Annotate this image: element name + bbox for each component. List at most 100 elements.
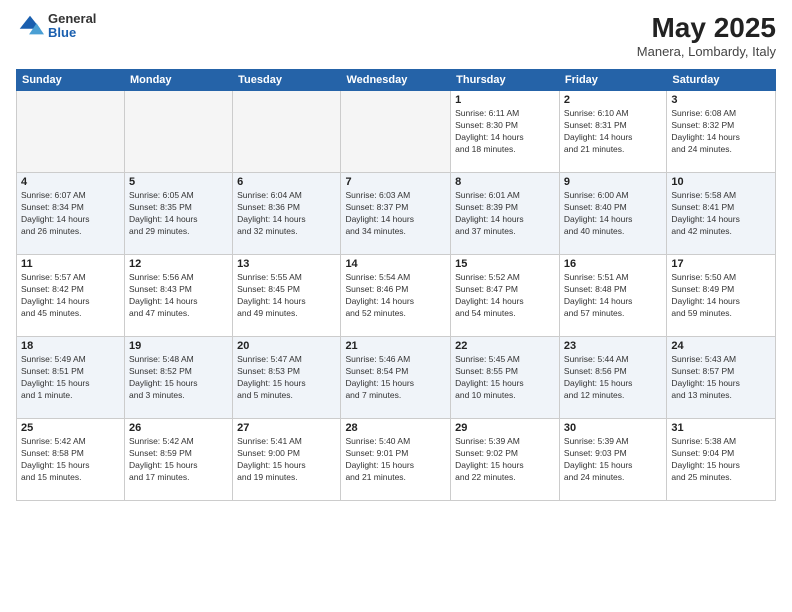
- location: Manera, Lombardy, Italy: [637, 44, 776, 59]
- table-row: 11Sunrise: 5:57 AM Sunset: 8:42 PM Dayli…: [17, 255, 125, 337]
- day-info: Sunrise: 5:56 AM Sunset: 8:43 PM Dayligh…: [129, 272, 228, 320]
- table-row: 6 Sunrise: 6:04 AM Sunset: 8:36 PM Daylig…: [233, 173, 341, 255]
- day-info: Sunrise: 6:00 AM Sunset: 8:40 PM Dayligh…: [564, 190, 662, 238]
- table-row: 1 Sunrise: 6:11 AM Sunset: 8:30 PM Daylig…: [451, 91, 560, 173]
- day-number: 4: [21, 176, 120, 188]
- calendar-week-row: 18Sunrise: 5:49 AM Sunset: 8:51 PM Dayli…: [17, 337, 776, 419]
- table-row: 2 Sunrise: 6:10 AM Sunset: 8:31 PM Daylig…: [559, 91, 666, 173]
- day-info: Sunrise: 6:07 AM Sunset: 8:34 PM Dayligh…: [21, 190, 120, 238]
- table-row: 13Sunrise: 5:55 AM Sunset: 8:45 PM Dayli…: [233, 255, 341, 337]
- logo-blue-text: Blue: [48, 26, 96, 40]
- month-title: May 2025: [637, 12, 776, 44]
- table-row: 22Sunrise: 5:45 AM Sunset: 8:55 PM Dayli…: [451, 337, 560, 419]
- page: General Blue May 2025 Manera, Lombardy, …: [0, 0, 792, 612]
- calendar: Sunday Monday Tuesday Wednesday Thursday…: [16, 69, 776, 501]
- day-number: 1: [455, 94, 555, 106]
- col-sunday: Sunday: [17, 70, 125, 91]
- table-row: 17 Sunrise: 5:50 AM Sunset: 8:49 PM Dayli…: [667, 255, 776, 337]
- table-row: 4 Sunrise: 6:07 AM Sunset: 8:34 PM Daylig…: [17, 173, 125, 255]
- day-number: 25: [21, 422, 120, 434]
- day-number: 19: [129, 340, 228, 352]
- day-info: Sunrise: 5:45 AM Sunset: 8:55 PM Dayligh…: [455, 354, 555, 402]
- table-row: 18Sunrise: 5:49 AM Sunset: 8:51 PM Dayli…: [17, 337, 125, 419]
- day-number: 7: [345, 176, 446, 188]
- table-row: [124, 91, 232, 173]
- table-row: 9 Sunrise: 6:00 AM Sunset: 8:40 PM Daylig…: [559, 173, 666, 255]
- day-info: Sunrise: 5:58 AM Sunset: 8:41 PM Dayligh…: [671, 190, 771, 238]
- calendar-week-row: 11Sunrise: 5:57 AM Sunset: 8:42 PM Dayli…: [17, 255, 776, 337]
- table-row: 23Sunrise: 5:44 AM Sunset: 8:56 PM Dayli…: [559, 337, 666, 419]
- day-info: Sunrise: 5:49 AM Sunset: 8:51 PM Dayligh…: [21, 354, 120, 402]
- table-row: 12 Sunrise: 5:56 AM Sunset: 8:43 PM Dayli…: [124, 255, 232, 337]
- table-row: 15 Sunrise: 5:52 AM Sunset: 8:47 PM Dayli…: [451, 255, 560, 337]
- day-number: 26: [129, 422, 228, 434]
- day-info: Sunrise: 5:47 AM Sunset: 8:53 PM Dayligh…: [237, 354, 336, 402]
- day-number: 24: [671, 340, 771, 352]
- table-row: 5Sunrise: 6:05 AM Sunset: 8:35 PM Daylig…: [124, 173, 232, 255]
- day-number: 17: [671, 258, 771, 270]
- table-row: 14Sunrise: 5:54 AM Sunset: 8:46 PM Dayli…: [341, 255, 451, 337]
- day-info: Sunrise: 5:46 AM Sunset: 8:54 PM Dayligh…: [345, 354, 446, 402]
- day-number: 20: [237, 340, 336, 352]
- day-info: Sunrise: 6:08 AM Sunset: 8:32 PM Dayligh…: [671, 108, 771, 156]
- day-number: 21: [345, 340, 446, 352]
- logo-general-text: General: [48, 12, 96, 26]
- table-row: 10 Sunrise: 5:58 AM Sunset: 8:41 PM Dayli…: [667, 173, 776, 255]
- table-row: 27Sunrise: 5:41 AM Sunset: 9:00 PM Dayli…: [233, 419, 341, 501]
- table-row: 28 Sunrise: 5:40 AM Sunset: 9:01 PM Dayli…: [341, 419, 451, 501]
- day-info: Sunrise: 5:42 AM Sunset: 8:59 PM Dayligh…: [129, 436, 228, 484]
- calendar-week-row: 1 Sunrise: 6:11 AM Sunset: 8:30 PM Daylig…: [17, 91, 776, 173]
- day-info: Sunrise: 6:11 AM Sunset: 8:30 PM Dayligh…: [455, 108, 555, 156]
- day-info: Sunrise: 5:48 AM Sunset: 8:52 PM Dayligh…: [129, 354, 228, 402]
- table-row: 3 Sunrise: 6:08 AM Sunset: 8:32 PM Daylig…: [667, 91, 776, 173]
- table-row: 19 Sunrise: 5:48 AM Sunset: 8:52 PM Dayli…: [124, 337, 232, 419]
- header: General Blue May 2025 Manera, Lombardy, …: [16, 12, 776, 59]
- col-friday: Friday: [559, 70, 666, 91]
- day-number: 3: [671, 94, 771, 106]
- col-monday: Monday: [124, 70, 232, 91]
- calendar-header-row: Sunday Monday Tuesday Wednesday Thursday…: [17, 70, 776, 91]
- table-row: 16Sunrise: 5:51 AM Sunset: 8:48 PM Dayli…: [559, 255, 666, 337]
- title-block: May 2025 Manera, Lombardy, Italy: [637, 12, 776, 59]
- table-row: 21 Sunrise: 5:46 AM Sunset: 8:54 PM Dayli…: [341, 337, 451, 419]
- table-row: 29 Sunrise: 5:39 AM Sunset: 9:02 PM Dayli…: [451, 419, 560, 501]
- day-number: 15: [455, 258, 555, 270]
- table-row: [17, 91, 125, 173]
- table-row: [341, 91, 451, 173]
- day-info: Sunrise: 6:04 AM Sunset: 8:36 PM Dayligh…: [237, 190, 336, 238]
- day-info: Sunrise: 5:43 AM Sunset: 8:57 PM Dayligh…: [671, 354, 771, 402]
- col-thursday: Thursday: [451, 70, 560, 91]
- day-info: Sunrise: 6:03 AM Sunset: 8:37 PM Dayligh…: [345, 190, 446, 238]
- day-info: Sunrise: 5:52 AM Sunset: 8:47 PM Dayligh…: [455, 272, 555, 320]
- day-info: Sunrise: 5:40 AM Sunset: 9:01 PM Dayligh…: [345, 436, 446, 484]
- day-info: Sunrise: 6:01 AM Sunset: 8:39 PM Dayligh…: [455, 190, 555, 238]
- day-info: Sunrise: 5:39 AM Sunset: 9:02 PM Dayligh…: [455, 436, 555, 484]
- table-row: 26 Sunrise: 5:42 AM Sunset: 8:59 PM Dayli…: [124, 419, 232, 501]
- day-info: Sunrise: 6:05 AM Sunset: 8:35 PM Dayligh…: [129, 190, 228, 238]
- day-number: 8: [455, 176, 555, 188]
- day-info: Sunrise: 5:41 AM Sunset: 9:00 PM Dayligh…: [237, 436, 336, 484]
- day-number: 9: [564, 176, 662, 188]
- logo: General Blue: [16, 12, 96, 41]
- day-info: Sunrise: 5:42 AM Sunset: 8:58 PM Dayligh…: [21, 436, 120, 484]
- table-row: [233, 91, 341, 173]
- day-number: 13: [237, 258, 336, 270]
- table-row: 24 Sunrise: 5:43 AM Sunset: 8:57 PM Dayli…: [667, 337, 776, 419]
- col-tuesday: Tuesday: [233, 70, 341, 91]
- day-info: Sunrise: 6:10 AM Sunset: 8:31 PM Dayligh…: [564, 108, 662, 156]
- day-number: 2: [564, 94, 662, 106]
- calendar-week-row: 25 Sunrise: 5:42 AM Sunset: 8:58 PM Dayli…: [17, 419, 776, 501]
- col-saturday: Saturday: [667, 70, 776, 91]
- day-number: 12: [129, 258, 228, 270]
- day-number: 28: [345, 422, 446, 434]
- logo-icon: [16, 12, 44, 40]
- logo-text: General Blue: [48, 12, 96, 41]
- table-row: 20 Sunrise: 5:47 AM Sunset: 8:53 PM Dayli…: [233, 337, 341, 419]
- day-number: 29: [455, 422, 555, 434]
- table-row: 7 Sunrise: 6:03 AM Sunset: 8:37 PM Daylig…: [341, 173, 451, 255]
- day-number: 6: [237, 176, 336, 188]
- day-info: Sunrise: 5:50 AM Sunset: 8:49 PM Dayligh…: [671, 272, 771, 320]
- day-number: 11: [21, 258, 120, 270]
- day-number: 30: [564, 422, 662, 434]
- day-number: 10: [671, 176, 771, 188]
